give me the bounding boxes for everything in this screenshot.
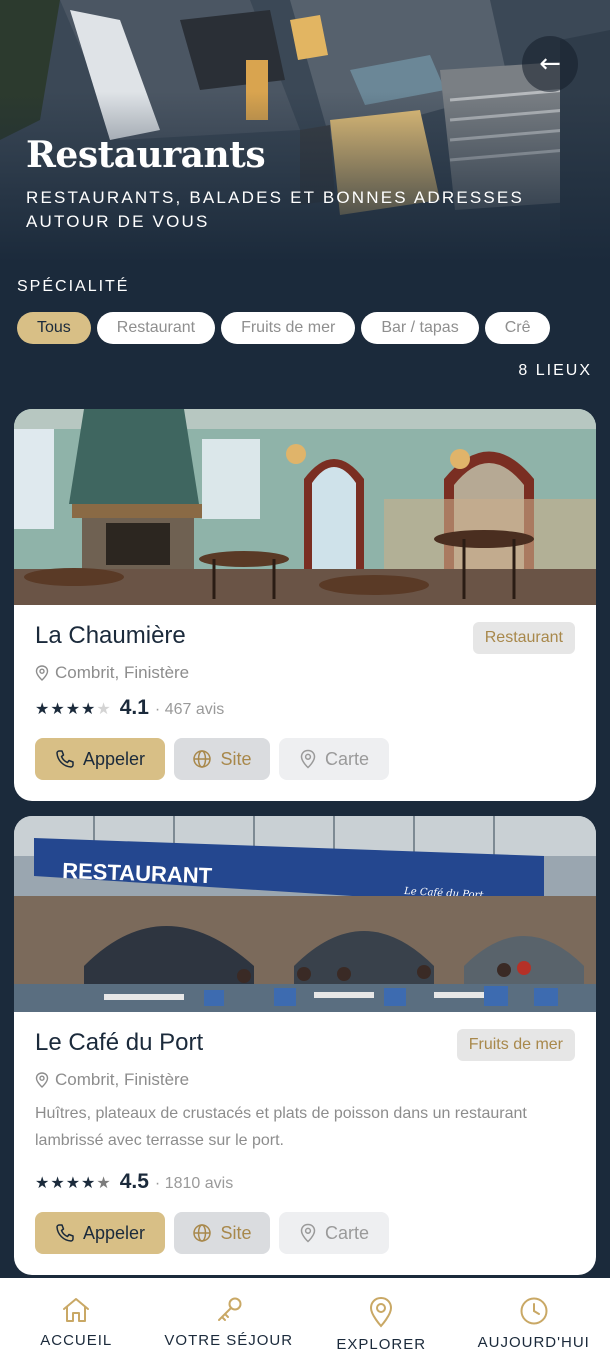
- rating-score: 4.1: [119, 696, 149, 719]
- call-label: Appeler: [82, 1222, 146, 1243]
- page-subtitle: RESTAURANTS, BALADES ET BONNES ADRESSES …: [26, 188, 525, 231]
- place-location: Combrit, Finistère: [35, 663, 189, 683]
- chip-restaurant[interactable]: Restaurant: [96, 312, 216, 344]
- location-text: Combrit, Finistère: [55, 663, 190, 682]
- nav-explorer[interactable]: EXPLORER: [305, 1278, 458, 1368]
- map-label: Carte: [324, 1222, 369, 1243]
- map-pin-icon: [300, 1223, 316, 1243]
- photo-sign-text: RESTAURANT: [62, 858, 213, 888]
- nav-label: AUJOURD'HUI: [477, 1334, 590, 1351]
- bottom-navigation: ACCUEIL VOTRE SÉJOUR EXPLORER AUJOURD'HU…: [0, 1278, 610, 1368]
- review-count: · 1810 avis: [154, 1175, 234, 1192]
- category-badge: Restaurant: [472, 622, 575, 654]
- chip-fruits-de-mer[interactable]: Fruits de mer: [221, 312, 356, 344]
- site-label: Site: [220, 1222, 252, 1243]
- nav-aujourdhui[interactable]: AUJOURD'HUI: [458, 1278, 610, 1368]
- chip-creperie[interactable]: Crê: [484, 312, 551, 344]
- nav-label: ACCUEIL: [40, 1332, 113, 1349]
- back-button[interactable]: ←: [522, 36, 578, 92]
- call-label: Appeler: [82, 748, 146, 769]
- map-button[interactable]: Carte: [279, 738, 389, 780]
- place-photo: [14, 409, 596, 605]
- arrow-left-icon: ←: [539, 49, 561, 79]
- filter-chips: Tous Restaurant Fruits de mer Bar / tapas Cr…: [17, 312, 593, 346]
- globe-icon: [193, 1224, 212, 1242]
- call-button[interactable]: Appeler: [35, 738, 165, 780]
- place-name: Le Café du Port: [35, 1029, 204, 1056]
- clock-icon: [520, 1297, 548, 1325]
- star-rating: ★★★★★: [35, 1175, 112, 1192]
- rating-score: 4.5: [119, 1170, 149, 1193]
- map-pin-icon: [300, 749, 316, 769]
- page-title: Restaurants: [26, 134, 266, 176]
- results-count: 8 LIEUX: [518, 362, 592, 379]
- phone-icon: [56, 750, 74, 768]
- map-label: Carte: [324, 748, 369, 769]
- review-count: · 467 avis: [154, 701, 225, 718]
- map-pin-icon: [370, 1296, 393, 1328]
- place-card[interactable]: La Chaumière Restaurant Combrit, Finistè…: [14, 409, 596, 801]
- map-button[interactable]: Carte: [279, 1212, 389, 1254]
- chip-tous[interactable]: Tous: [17, 312, 91, 344]
- place-photo: RESTAURANT Le Café du Port: [14, 816, 596, 1012]
- place-rating: ★★★★★ 4.1 · 467 avis: [35, 696, 224, 720]
- place-description: Huîtres, plateaux de crustacés et plats …: [35, 1105, 527, 1149]
- place-rating: ★★★★★ 4.5 · 1810 avis: [35, 1170, 233, 1194]
- phone-icon: [56, 1224, 74, 1242]
- filter-label: SPÉCIALITÉ: [17, 278, 130, 295]
- nav-label: VOTRE SÉJOUR: [164, 1332, 294, 1349]
- nav-accueil[interactable]: ACCUEIL: [0, 1278, 153, 1368]
- category-badge: Fruits de mer: [456, 1029, 575, 1061]
- place-location: Combrit, Finistère: [35, 1070, 189, 1090]
- location-pin-icon: [35, 665, 49, 681]
- nav-votre-sejour[interactable]: VOTRE SÉJOUR: [153, 1278, 306, 1368]
- place-card[interactable]: RESTAURANT Le Café du Port Le Café du Po…: [14, 816, 596, 1275]
- home-icon: [63, 1298, 90, 1322]
- site-label: Site: [220, 748, 252, 769]
- call-button[interactable]: Appeler: [35, 1212, 165, 1254]
- location-text: Combrit, Finistère: [55, 1070, 190, 1089]
- globe-icon: [193, 750, 212, 768]
- chip-bar-tapas[interactable]: Bar / tapas: [361, 312, 479, 344]
- website-button[interactable]: Site: [174, 738, 270, 780]
- place-name: La Chaumière: [35, 622, 186, 649]
- key-icon: [217, 1297, 242, 1321]
- nav-label: EXPLORER: [336, 1336, 427, 1353]
- website-button[interactable]: Site: [174, 1212, 270, 1254]
- location-pin-icon: [35, 1072, 49, 1088]
- star-rating: ★★★★★: [35, 701, 112, 718]
